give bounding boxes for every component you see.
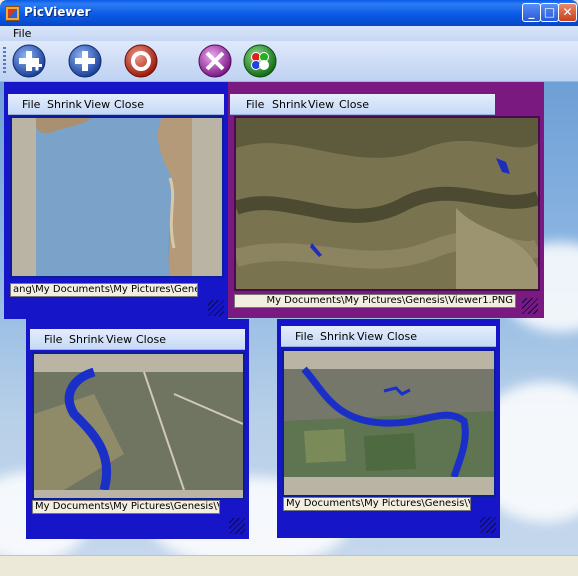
viewer-window-viewer3[interactable]: File Shrink View Close My Documents\My P… [26,319,249,539]
viewer-menu-close[interactable]: Close [339,98,369,111]
resize-grip[interactable] [480,517,496,533]
maximize-button[interactable]: □ [540,3,559,22]
river-farmland-image [284,351,494,495]
add-multiple-icon [12,44,46,78]
add-button[interactable] [68,44,102,78]
close-all-button[interactable] [198,44,232,78]
file-path: ang\My Documents\My Pictures\Genesis\bat… [10,283,198,297]
title-bar[interactable]: PicViewer _ □ ✕ [0,0,578,26]
menu-bar: File [0,26,578,41]
viewer-menu-view[interactable]: View [84,98,110,111]
stop-button[interactable] [124,44,158,78]
file-path: My Documents\My Pictures\Genesis\Viewer1… [234,294,516,308]
rgb-dots-icon [243,44,277,78]
viewer-window-viewer1[interactable]: File Shrink View Close My Documents\My P… [228,82,544,318]
coastal-image [36,118,222,276]
viewer-window-viewer2[interactable]: File Shrink View Close My Documents\My P… [277,319,500,538]
colors-button[interactable] [243,44,277,78]
toolbar-grip[interactable] [3,47,6,75]
image-view [234,116,540,291]
viewer-menu-shrink[interactable]: Shrink [272,98,307,111]
viewer-menu-shrink[interactable]: Shrink [320,330,355,343]
add-multiple-button[interactable] [12,44,46,78]
viewer-window-bath[interactable]: File Shrink View Close ang\My Documents\… [4,82,228,319]
river-city-image [34,354,243,498]
mdi-workspace: File Shrink View Close ang\My Documents\… [0,82,578,555]
window-title: PicViewer [24,5,91,19]
viewer-menu-close[interactable]: Close [114,98,144,111]
viewer-menu: File Shrink View Close [230,94,495,115]
viewer-menu-close[interactable]: Close [387,330,417,343]
image-view [10,116,224,278]
viewer-menu-file[interactable]: File [22,98,40,111]
viewer-menu-close[interactable]: Close [136,333,166,346]
menu-file[interactable]: File [13,27,31,40]
viewer-menu-shrink[interactable]: Shrink [47,98,82,111]
resize-grip[interactable] [522,298,538,314]
viewer-menu: File Shrink View Close [30,329,245,350]
image-view [32,352,245,500]
resize-grip[interactable] [229,518,245,534]
image-view [282,349,496,497]
viewer-menu: File Shrink View Close [8,94,224,115]
viewer-menu-shrink[interactable]: Shrink [69,333,104,346]
resize-grip[interactable] [208,300,224,316]
ring-icon [124,44,158,78]
viewer-menu-file[interactable]: File [246,98,264,111]
viewer-menu-view[interactable]: View [106,333,132,346]
terrain-image [236,118,538,289]
plus-icon [68,44,102,78]
status-bar [0,555,578,576]
file-path: My Documents\My Pictures\Genesis\Viewer2… [283,497,471,511]
viewer-menu-file[interactable]: File [295,330,313,343]
toolbar [0,41,578,82]
file-path: My Documents\My Pictures\Genesis\Viewer3… [32,500,220,514]
minimize-button[interactable]: _ [522,3,541,22]
viewer-menu-view[interactable]: View [357,330,383,343]
x-icon [198,44,232,78]
viewer-menu-file[interactable]: File [44,333,62,346]
close-button[interactable]: ✕ [558,3,577,22]
viewer-menu-view[interactable]: View [308,98,334,111]
viewer-menu: File Shrink View Close [281,326,496,347]
app-icon [5,6,20,21]
